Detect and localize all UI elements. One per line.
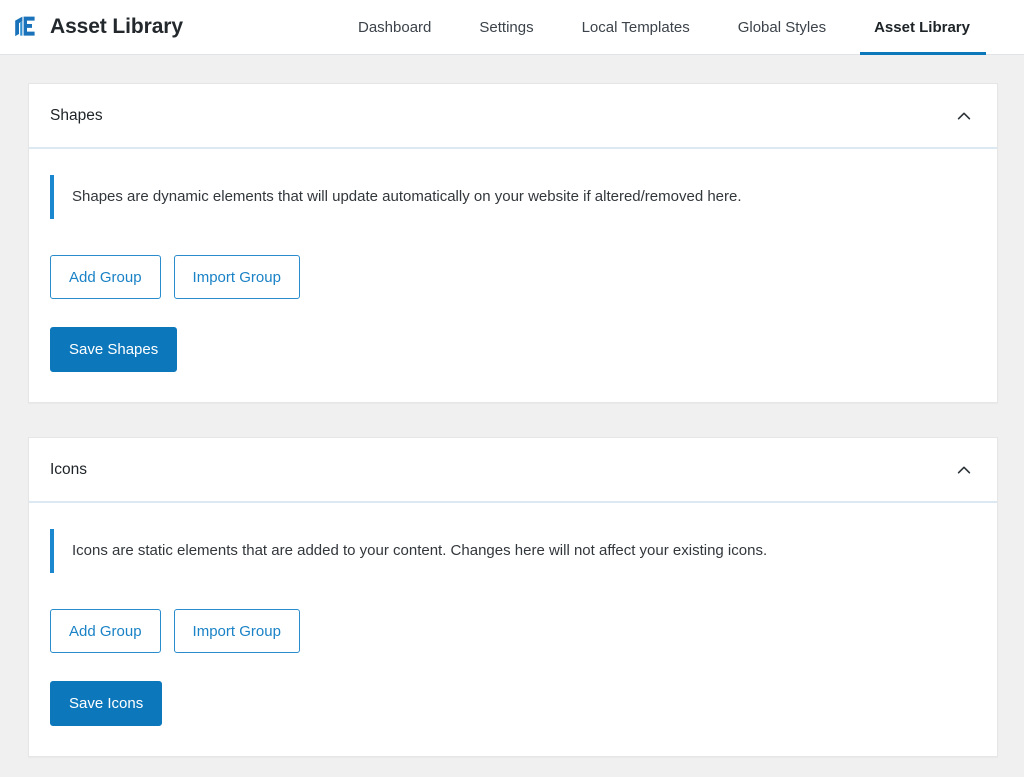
shapes-panel: Shapes Shapes are dynamic elements that … [28, 83, 998, 403]
chevron-up-icon[interactable] [955, 107, 973, 125]
nav-item-settings[interactable]: Settings [455, 0, 557, 55]
shapes-panel-title: Shapes [50, 106, 103, 124]
icons-panel-body: Icons are static elements that are added… [29, 503, 997, 756]
save-icons-button[interactable]: Save Icons [50, 681, 163, 726]
chevron-up-icon[interactable] [955, 461, 973, 479]
layered-book-logo-icon [12, 14, 38, 40]
shapes-notice-text: Shapes are dynamic elements that will up… [72, 187, 742, 205]
nav-item-global-styles[interactable]: Global Styles [714, 0, 850, 55]
icons-save-row: Save Icons [50, 681, 975, 726]
shapes-panel-header[interactable]: Shapes [29, 84, 997, 149]
icons-notice-text: Icons are static elements that are added… [72, 541, 768, 559]
shapes-group-actions: Add Group Import Group [50, 255, 975, 299]
save-shapes-button[interactable]: Save Shapes [50, 327, 178, 372]
icons-panel-header[interactable]: Icons [29, 438, 997, 503]
shapes-notice: Shapes are dynamic elements that will up… [50, 175, 975, 219]
icons-panel: Icons Icons are static elements that are… [28, 437, 998, 757]
nav-item-asset-library[interactable]: Asset Library [850, 0, 994, 55]
main-content: Shapes Shapes are dynamic elements that … [0, 55, 1024, 757]
shapes-panel-body: Shapes are dynamic elements that will up… [29, 149, 997, 402]
app-header: Asset Library Dashboard Settings Local T… [0, 0, 1024, 55]
icons-notice: Icons are static elements that are added… [50, 529, 975, 573]
page-title: Asset Library [50, 15, 183, 38]
icons-import-group-button[interactable]: Import Group [173, 609, 300, 653]
shapes-save-row: Save Shapes [50, 327, 975, 372]
brand: Asset Library [0, 14, 183, 40]
nav-item-local-templates[interactable]: Local Templates [558, 0, 714, 55]
icons-add-group-button[interactable]: Add Group [50, 609, 161, 653]
icons-panel-title: Icons [50, 460, 88, 478]
main-nav: Dashboard Settings Local Templates Globa… [334, 0, 994, 55]
nav-item-dashboard[interactable]: Dashboard [334, 0, 455, 55]
shapes-import-group-button[interactable]: Import Group [173, 255, 300, 299]
shapes-add-group-button[interactable]: Add Group [50, 255, 161, 299]
icons-group-actions: Add Group Import Group [50, 609, 975, 653]
